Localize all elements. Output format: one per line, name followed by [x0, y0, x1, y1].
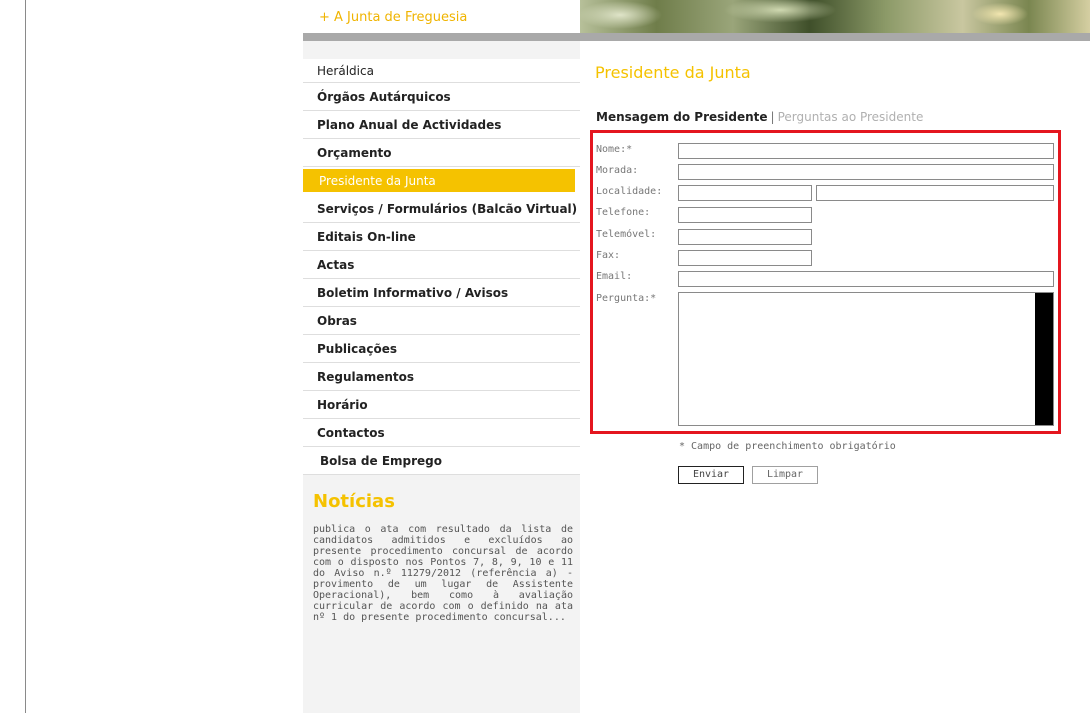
- telefone-field[interactable]: [678, 207, 812, 223]
- news-excerpt[interactable]: publica o ata com resultado da lista de …: [313, 524, 573, 654]
- sidebar-menu: Heráldica Órgãos Autárquicos Plano Anual…: [303, 59, 580, 475]
- sidebar-item-label: Contactos: [317, 426, 385, 440]
- sidebar-item-regulamentos[interactable]: Regulamentos: [303, 363, 580, 391]
- sidebar-item-label: Órgãos Autárquicos: [317, 90, 451, 104]
- banner-image: [580, 0, 1090, 33]
- sidebar-item-label: Plano Anual de Actividades: [317, 118, 502, 132]
- limpar-button[interactable]: Limpar: [752, 466, 818, 484]
- sidebar-item-label: Presidente da Junta: [319, 174, 436, 188]
- sidebar-item-editais-online[interactable]: Editais On-line: [303, 223, 580, 251]
- sidebar-item-heraldica[interactable]: Heráldica: [303, 59, 580, 83]
- site-section-title[interactable]: + A Junta de Freguesia: [303, 0, 580, 33]
- section-title-label[interactable]: + A Junta de Freguesia: [319, 10, 467, 25]
- sidebar-item-boletim-informativo[interactable]: Boletim Informativo / Avisos: [303, 279, 580, 307]
- required-fields-note: * Campo de preenchimento obrigatório: [679, 441, 896, 452]
- sidebar-item-publicacoes[interactable]: Publicações: [303, 335, 580, 363]
- morada-field[interactable]: [678, 164, 1054, 180]
- tab-mensagem-do-presidente[interactable]: Mensagem do Presidente: [596, 110, 768, 124]
- sidebar-item-orgaos-autarquicos[interactable]: Órgãos Autárquicos: [303, 83, 580, 111]
- telemovel-field[interactable]: [678, 229, 812, 245]
- sidebar-item-orcamento[interactable]: Orçamento: [303, 139, 580, 167]
- news-title: Notícias: [313, 491, 395, 512]
- sidebar-item-label: Regulamentos: [317, 370, 415, 384]
- email-label: Email:: [596, 271, 633, 282]
- sidebar-item-bolsa-de-emprego[interactable]: Bolsa de Emprego: [303, 447, 580, 475]
- sub-navigation: Mensagem do Presidente | Perguntas ao Pres…: [596, 110, 923, 124]
- pergunta-label: Pergunta:*: [596, 293, 657, 304]
- sidebar: Heráldica Órgãos Autárquicos Plano Anual…: [303, 41, 580, 713]
- nome-label: Nome:*: [596, 144, 633, 155]
- email-field[interactable]: [678, 271, 1054, 287]
- tab-perguntas-ao-presidente[interactable]: Perguntas ao Presidente: [778, 110, 924, 124]
- pergunta-textarea[interactable]: [678, 292, 1054, 426]
- sidebar-item-plano-anual[interactable]: Plano Anual de Actividades: [303, 111, 580, 139]
- telemovel-label: Telemóvel:: [596, 229, 657, 240]
- page-title: Presidente da Junta: [595, 63, 751, 82]
- sidebar-item-servicos-formularios[interactable]: Serviços / Formulários (Balcão Virtual): [303, 195, 580, 223]
- sidebar-item-actas[interactable]: Actas: [303, 251, 580, 279]
- sidebar-item-label: Serviços / Formulários (Balcão Virtual): [317, 202, 578, 216]
- morada-label: Morada:: [596, 165, 639, 176]
- sidebar-item-label: Horário: [317, 398, 368, 412]
- textarea-scrollbar[interactable]: [1035, 293, 1053, 425]
- sidebar-item-label: Actas: [317, 258, 355, 272]
- nome-field[interactable]: [678, 143, 1054, 159]
- sidebar-item-label: Boletim Informativo / Avisos: [317, 286, 509, 300]
- sidebar-item-obras[interactable]: Obras: [303, 307, 580, 335]
- page-left-border: [25, 0, 26, 713]
- localidade-code-field[interactable]: [678, 185, 812, 201]
- fax-field[interactable]: [678, 250, 812, 266]
- sidebar-item-label: Editais On-line: [317, 230, 416, 244]
- sidebar-item-label: Heráldica: [317, 64, 374, 78]
- sidebar-item-label: Bolsa de Emprego: [320, 454, 443, 468]
- subnav-separator: |: [770, 110, 775, 124]
- sidebar-item-label: Obras: [317, 314, 357, 328]
- sidebar-item-contactos[interactable]: Contactos: [303, 419, 580, 447]
- telefone-label: Telefone:: [596, 207, 651, 218]
- sidebar-item-horario[interactable]: Horário: [303, 391, 580, 419]
- sidebar-item-label: Orçamento: [317, 146, 392, 160]
- sidebar-item-label: Publicações: [317, 342, 398, 356]
- sidebar-item-presidente-da-junta[interactable]: Presidente da Junta: [303, 167, 580, 195]
- header-divider: [303, 33, 1090, 41]
- fax-label: Fax:: [596, 250, 621, 261]
- localidade-label: Localidade:: [596, 186, 663, 197]
- enviar-button[interactable]: Enviar: [678, 466, 744, 484]
- localidade-name-field[interactable]: [816, 185, 1054, 201]
